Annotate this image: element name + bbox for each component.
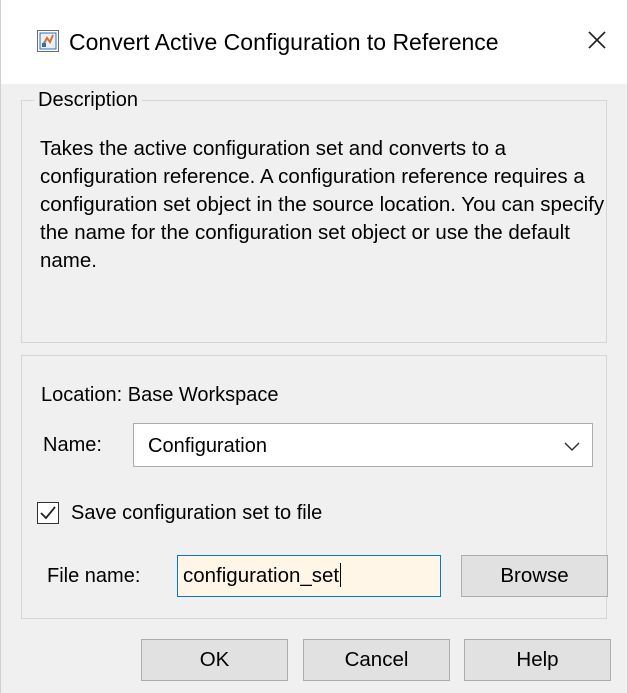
save-to-file-checkbox[interactable]: [37, 502, 59, 524]
help-button[interactable]: Help: [464, 639, 611, 681]
description-text: Takes the active configuration set and c…: [40, 137, 605, 272]
file-name-input-value: configuration_set: [183, 564, 340, 587]
name-label: Name:: [43, 434, 102, 456]
chevron-down-icon: [564, 442, 580, 452]
checkmark-icon: [40, 506, 56, 520]
description-group: Description Takes the active configurati…: [21, 87, 607, 343]
file-name-label: File name:: [47, 565, 141, 587]
simulink-model-icon: [37, 30, 59, 52]
name-dropdown-value: Configuration: [148, 435, 267, 457]
text-caret: [340, 563, 342, 587]
title-bar: Convert Active Configuration to Referenc…: [1, 0, 627, 84]
dialog-window: Convert Active Configuration to Referenc…: [0, 0, 628, 693]
close-button[interactable]: [579, 22, 615, 58]
location-label: Location: Base Workspace: [41, 384, 279, 406]
close-icon: [588, 31, 606, 49]
file-name-input[interactable]: configuration_set: [177, 555, 441, 597]
ok-button[interactable]: OK: [141, 639, 288, 681]
browse-button[interactable]: Browse: [461, 555, 608, 597]
save-to-file-label[interactable]: Save configuration set to file: [71, 500, 322, 526]
name-dropdown[interactable]: Configuration: [133, 423, 593, 467]
dialog-title: Convert Active Configuration to Referenc…: [69, 29, 499, 55]
cancel-button[interactable]: Cancel: [303, 639, 450, 681]
description-legend: Description: [34, 87, 143, 113]
